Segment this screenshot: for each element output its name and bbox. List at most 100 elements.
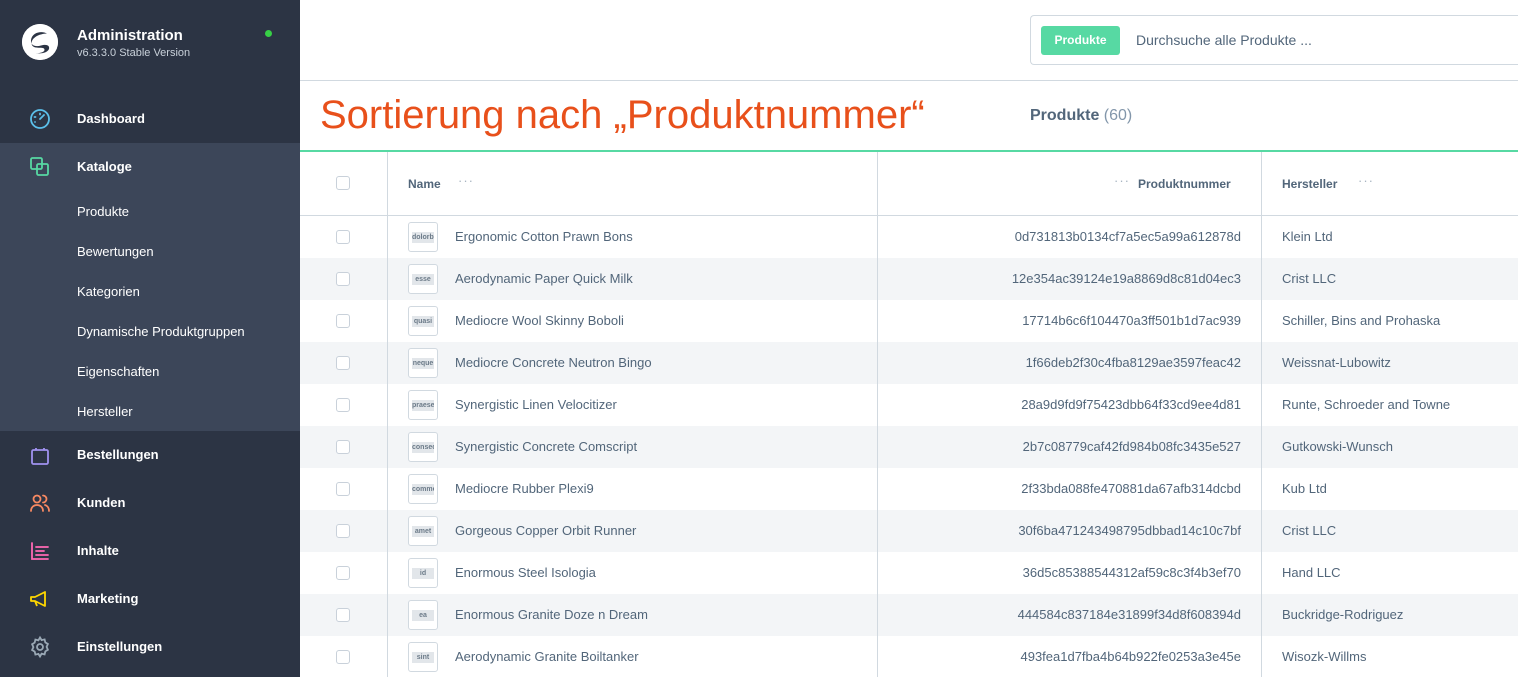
product-thumbnail[interactable]: sint [408,642,438,672]
top-bar: Produkte [300,0,1518,81]
row-checkbox[interactable] [336,650,350,664]
product-name-link[interactable]: Ergonomic Cotton Prawn Bons [455,229,633,244]
shopware-logo-icon[interactable] [22,24,58,60]
row-checkbox[interactable] [336,566,350,580]
manufacturer-name: Hand LLC [1282,565,1341,580]
nav-item-settings[interactable]: Einstellungen [0,623,300,671]
product-name-link[interactable]: Synergistic Linen Velocitizer [455,397,617,412]
table-row[interactable]: commodi Mediocre Rubber Plexi9 2f33bda088f… [300,468,1518,510]
sub-item-reviews[interactable]: Bewertungen [77,244,154,259]
table-row[interactable]: amet Gorgeous Copper Orbit Runner 30f6ba47… [300,510,1518,552]
product-name-link[interactable]: Enormous Granite Doze n Dream [455,607,648,622]
nav-label-content: Inhalte [77,543,119,558]
table-row[interactable]: consectetur Synergistic Concrete Comscrip… [300,426,1518,468]
product-thumbnail[interactable]: id [408,558,438,588]
nav-item-content[interactable]: Inhalte [0,527,300,575]
thumbnail-text: praesentium [412,400,434,411]
product-number: 12e354ac39124e19a8869d8c81d04ec3 [1011,271,1241,286]
nav-item-marketing[interactable]: Marketing [0,575,300,623]
thumbnail-text: dolorbus [412,232,434,243]
sub-item-properties[interactable]: Eigenschaften [77,364,159,379]
table-row[interactable]: id Enormous Steel Isologia 36d5c8538854431… [300,552,1518,594]
product-thumbnail[interactable]: consectetur [408,432,438,462]
product-name-link[interactable]: Aerodynamic Paper Quick Milk [455,271,633,286]
row-checkbox[interactable] [336,230,350,244]
nav-label-marketing: Marketing [77,591,139,606]
thumbnail-text: sint [412,652,434,663]
nav-label-catalogs: Kataloge [77,159,132,174]
catalog-icon [30,157,49,176]
row-checkbox[interactable] [336,608,350,622]
manufacturer-name: Runte, Schroeder and Towne [1282,397,1451,412]
row-checkbox[interactable] [336,440,350,454]
product-name-link[interactable]: Mediocre Concrete Neutron Bingo [455,355,652,370]
thumbnail-text: id [412,568,434,579]
product-thumbnail[interactable]: quasi [408,306,438,336]
product-thumbnail[interactable]: neque [408,348,438,378]
product-thumbnail[interactable]: amet [408,516,438,546]
manufacturer-name: Crist LLC [1282,271,1337,286]
sub-item-categories[interactable]: Kategorien [77,284,140,299]
select-all-checkbox[interactable] [336,176,350,190]
manufacturer-name: Buckridge-Rodriguez [1282,607,1404,622]
thumbnail-text: commodi [412,484,434,495]
column-header-manufacturer[interactable]: Hersteller [1282,177,1337,191]
product-thumbnail[interactable]: commodi [408,474,438,504]
column-divider [877,152,878,677]
table-row[interactable]: quasi Mediocre Wool Skinny Boboli 17714b6c… [300,300,1518,342]
search-type-tag[interactable]: Produkte [1041,26,1120,55]
nav-item-customers[interactable]: Kunden [0,479,300,527]
table-row[interactable]: neque Mediocre Concrete Neutron Bingo 1f66… [300,342,1518,384]
column-divider [1261,152,1262,677]
row-checkbox[interactable] [336,356,350,370]
column-header-product-number[interactable]: Produktnummer [1138,177,1231,191]
manufacturer-name: Weissnat-Lubowitz [1282,355,1391,370]
column-menu-number-icon[interactable]: ··· [1114,173,1130,188]
product-thumbnail[interactable]: praesentium [408,390,438,420]
column-header-name[interactable]: Name [408,177,441,191]
row-checkbox[interactable] [336,482,350,496]
column-menu-name-icon[interactable]: ··· [458,173,474,188]
shopping-bag-icon [31,448,49,465]
table-row[interactable]: sint Aerodynamic Granite Boiltanker 493fea… [300,636,1518,677]
product-name-link[interactable]: Gorgeous Copper Orbit Runner [455,523,636,538]
thumbnail-text: ea [412,610,434,621]
product-number: 36d5c85388544312af59c8c3f4b3ef70 [1022,565,1241,580]
table-row[interactable]: dolorbus Ergonomic Cotton Prawn Bons 0d731… [300,216,1518,258]
product-thumbnail[interactable]: ea [408,600,438,630]
manufacturer-name: Klein Ltd [1282,229,1333,244]
manufacturer-name: Kub Ltd [1282,481,1327,496]
search-input[interactable] [1136,30,1516,50]
app-version: v6.3.3.0 Stable Version [77,47,191,59]
table-row[interactable]: esse Aerodynamic Paper Quick Milk 12e354ac… [300,258,1518,300]
product-name-link[interactable]: Enormous Steel Isologia [455,565,596,580]
nav-item-dashboard[interactable]: Dashboard [0,95,300,143]
row-checkbox[interactable] [336,524,350,538]
page-title-label: Produkte [1030,107,1100,124]
thumbnail-text: quasi [412,316,434,327]
product-name-link[interactable]: Synergistic Concrete Comscript [455,439,637,454]
row-checkbox[interactable] [336,398,350,412]
manufacturer-name: Schiller, Bins and Prohaska [1282,313,1441,328]
grid-header: Name ··· ··· Produktnummer Hersteller ··… [300,152,1518,216]
row-checkbox[interactable] [336,314,350,328]
product-name-link[interactable]: Mediocre Rubber Plexi9 [455,481,594,496]
product-name-link[interactable]: Aerodynamic Granite Boiltanker [455,649,639,664]
gauge-icon [30,109,50,129]
product-thumbnail[interactable]: esse [408,264,438,294]
product-thumbnail[interactable]: dolorbus [408,222,438,252]
row-checkbox[interactable] [336,272,350,286]
nav-label-customers: Kunden [77,495,126,510]
nav-label-dashboard: Dashboard [77,111,145,126]
sub-item-manufacturers[interactable]: Hersteller [77,404,133,419]
nav-item-orders[interactable]: Bestellungen [0,431,300,479]
sub-item-products[interactable]: Produkte [77,204,129,219]
customers-icon [30,494,50,512]
table-row[interactable]: praesentium Synergistic Linen Velocitizer… [300,384,1518,426]
product-grid: dolorbus Ergonomic Cotton Prawn Bons 0d731… [300,152,1518,677]
column-menu-manufacturer-icon[interactable]: ··· [1358,173,1374,188]
product-name-link[interactable]: Mediocre Wool Skinny Boboli [455,313,624,328]
table-row[interactable]: ea Enormous Granite Doze n Dream 444584c83… [300,594,1518,636]
sub-item-dynamic-product-groups[interactable]: Dynamische Produktgruppen [77,324,245,339]
nav-item-catalogs[interactable]: Kataloge [0,143,300,191]
